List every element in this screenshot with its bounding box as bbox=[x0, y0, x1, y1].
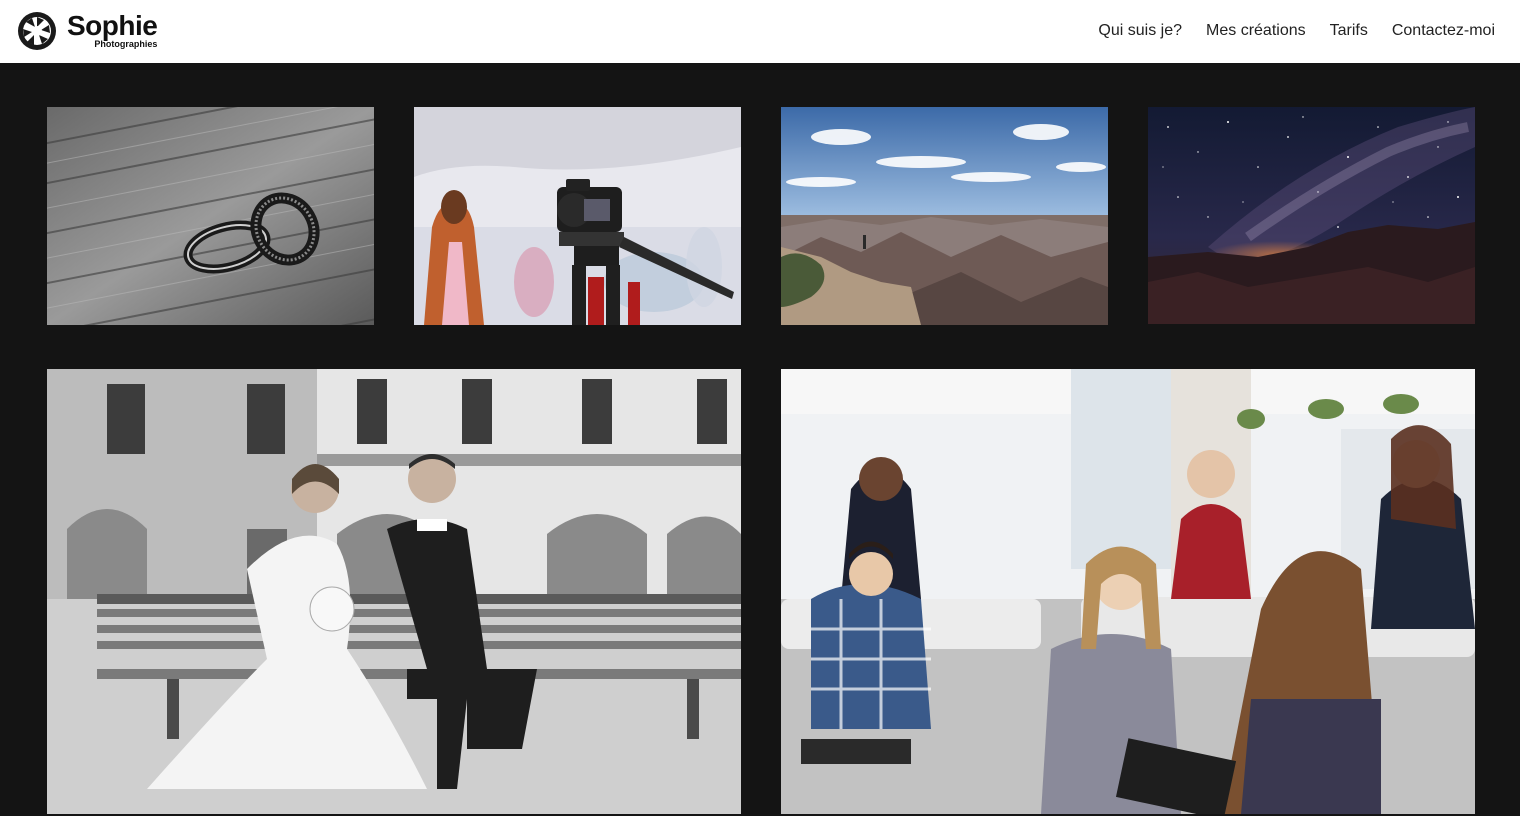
nav-item-about[interactable]: Qui suis je? bbox=[1098, 21, 1182, 40]
office-team-meeting-photo[interactable] bbox=[781, 369, 1475, 814]
site-header: Sophie Photographies Qui suis je? Mes cr… bbox=[0, 0, 1520, 63]
milky-way-night-photo[interactable] bbox=[1148, 107, 1475, 324]
nav-item-pricing[interactable]: Tarifs bbox=[1330, 21, 1368, 40]
brand-name: Sophie bbox=[67, 10, 158, 41]
main-nav: Qui suis je? Mes créations Tarifs Contac… bbox=[1098, 21, 1495, 40]
wedding-rings-photo[interactable] bbox=[47, 107, 374, 325]
camera-event-photo[interactable] bbox=[414, 107, 741, 325]
nav-item-contact[interactable]: Contactez-moi bbox=[1392, 21, 1495, 40]
nav-item-creations[interactable]: Mes créations bbox=[1206, 21, 1306, 40]
wedding-couple-bench-photo[interactable] bbox=[47, 369, 741, 814]
canyon-landscape-photo[interactable] bbox=[781, 107, 1108, 325]
aperture-icon bbox=[18, 12, 56, 50]
logo[interactable]: Sophie Photographies bbox=[17, 10, 158, 51]
